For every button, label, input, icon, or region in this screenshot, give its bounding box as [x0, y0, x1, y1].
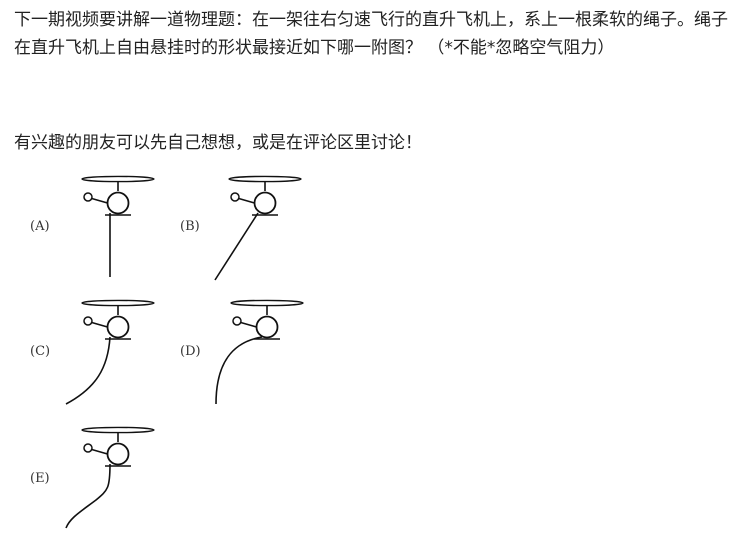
option-d-label: (D)	[180, 344, 201, 359]
option-e: (E)	[30, 426, 155, 529]
rope-c	[65, 336, 111, 405]
helicopter-b-icon	[228, 175, 302, 216]
helicopter-e-icon	[81, 426, 155, 467]
option-b: (B)	[180, 175, 302, 281]
helicopter-d-icon	[230, 299, 304, 340]
option-e-label: (E)	[30, 471, 50, 486]
helicopter-c-icon	[81, 299, 155, 340]
question-text: 下一期视频要讲解一道物理题：在一架往右匀速飞行的直升飞机上，系上一根柔软的绳子。…	[14, 10, 728, 58]
option-a-label: (A)	[30, 219, 50, 234]
option-c: (C)	[30, 299, 155, 405]
option-a: (A)	[30, 175, 155, 277]
rope-d	[215, 336, 263, 405]
invite-text: 有兴趣的朋友可以先自己想想，或是在评论区里讨论！	[14, 133, 422, 153]
option-d: (D)	[180, 299, 304, 405]
rope-e	[65, 463, 111, 529]
helicopter-options-figure: (A) (B) (C) (D) (E)	[30, 175, 304, 529]
option-b-label: (B)	[180, 219, 200, 234]
rope-b	[214, 212, 259, 281]
helicopter-a-icon	[81, 175, 155, 216]
option-c-label: (C)	[30, 344, 50, 359]
